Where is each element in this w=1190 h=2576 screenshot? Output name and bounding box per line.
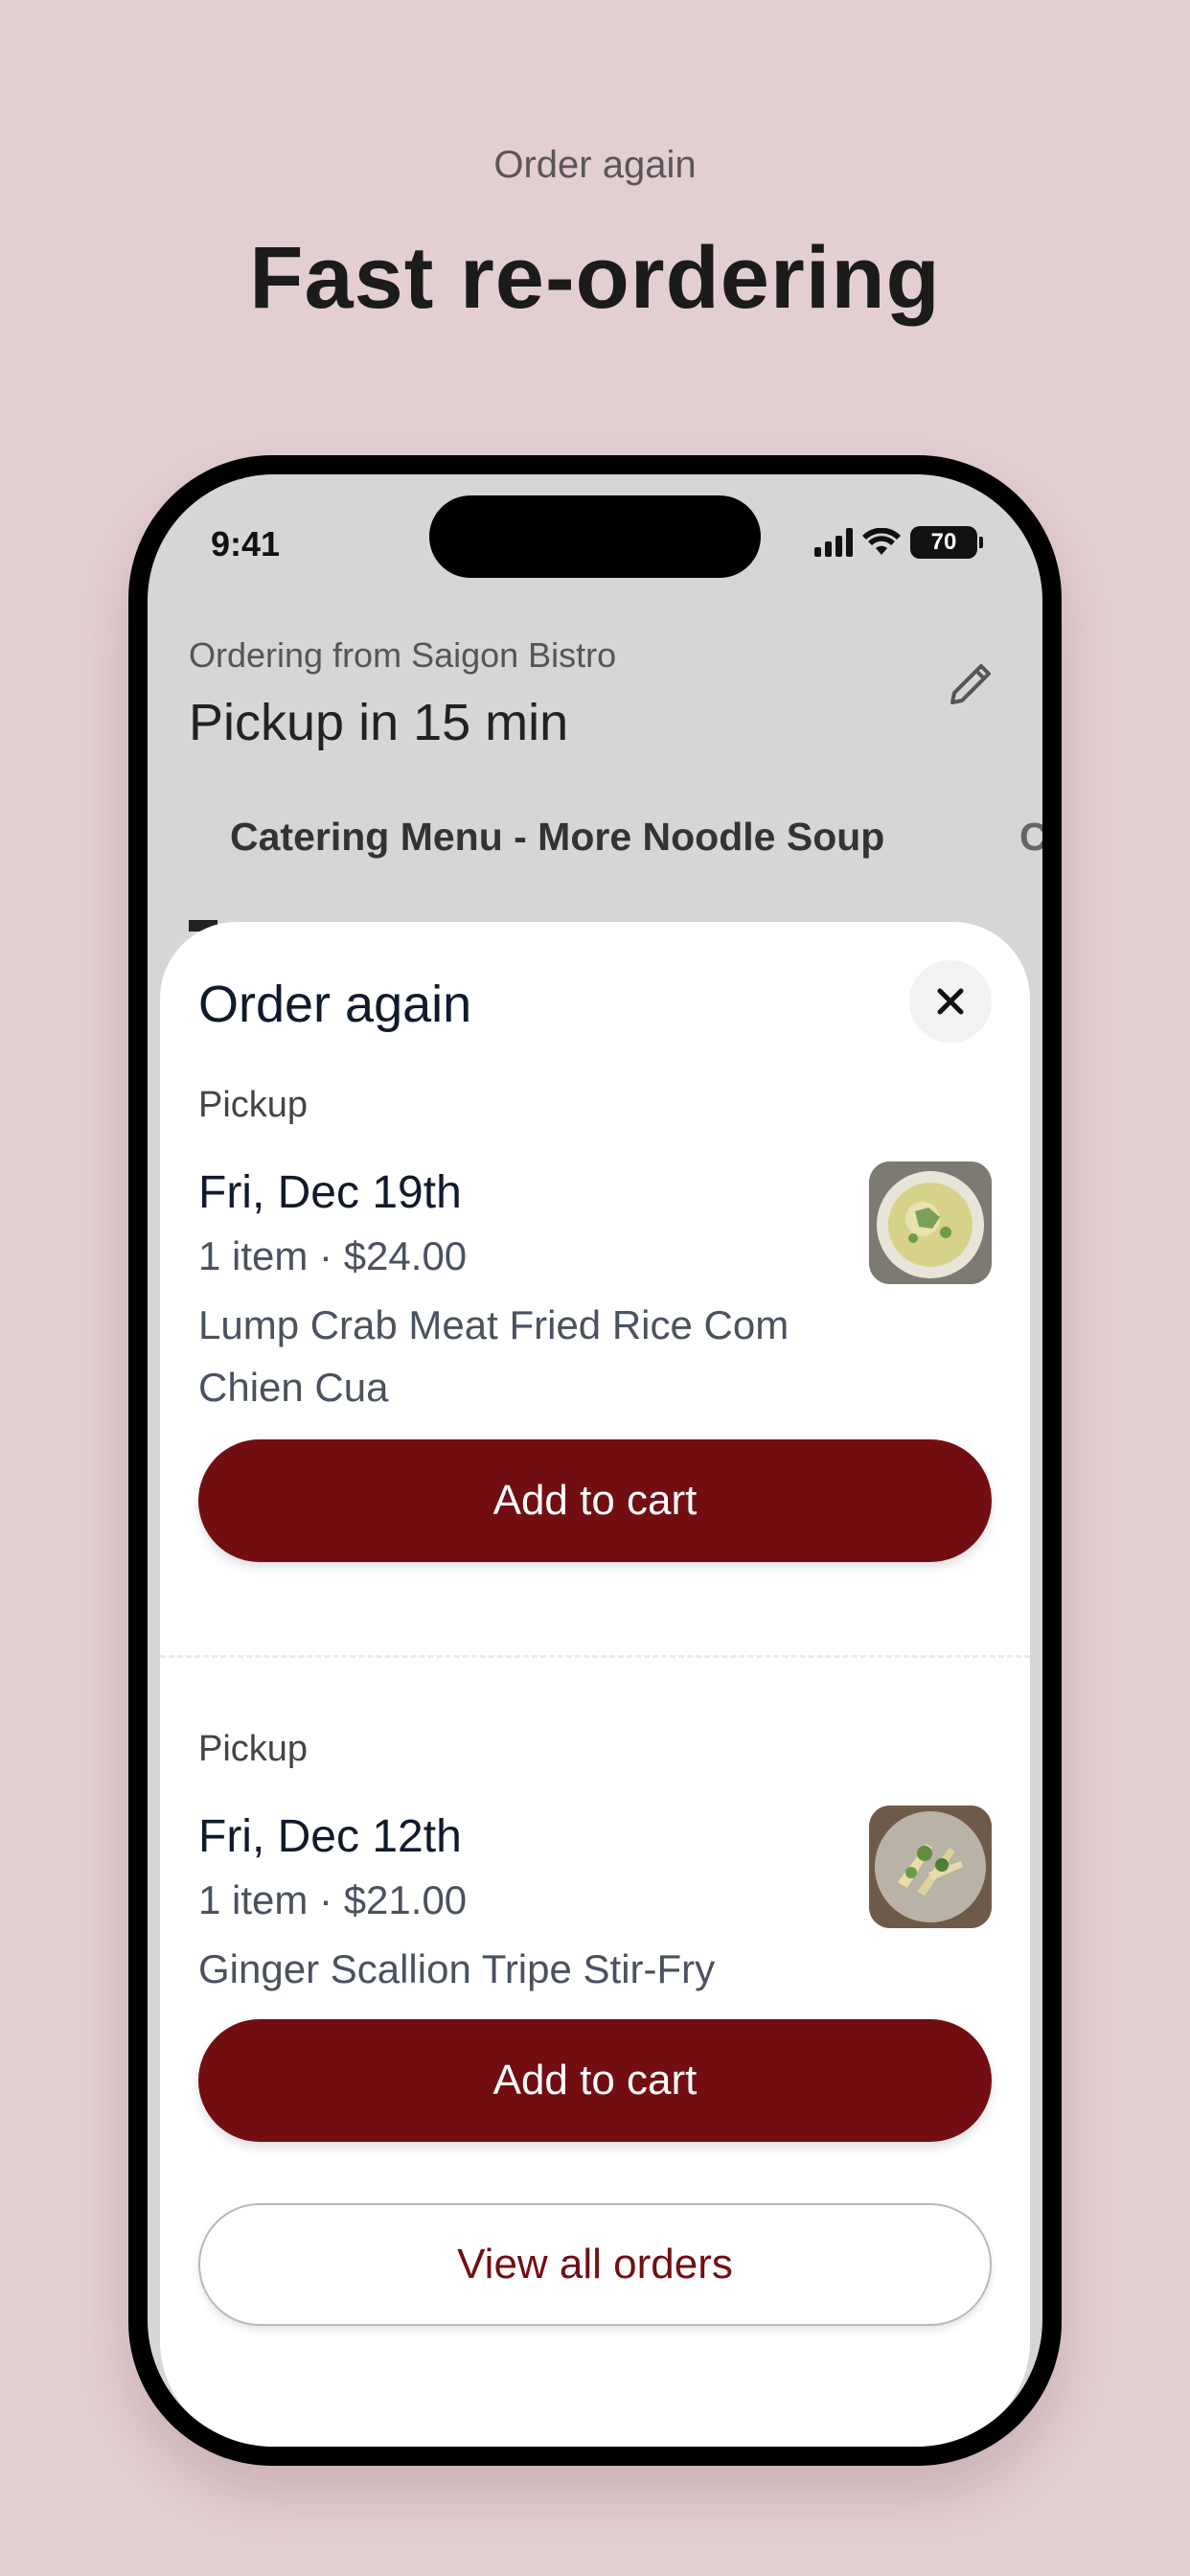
menu-tabs: Catering Menu - More Noodle Soup C [148, 815, 1042, 891]
crab-fried-rice-photo [869, 1162, 992, 1284]
wifi-icon [862, 528, 901, 555]
pickup-time-title[interactable]: Pickup in 15 min [189, 693, 568, 752]
order-divider [160, 1655, 1030, 1658]
phone-screen: 9:41 70 Ordering from Saigon Bistro Pick… [148, 474, 1042, 2447]
order-meta: 1 item · $21.00 [198, 1877, 468, 1922]
phone-frame: 9:41 70 Ordering from Saigon Bistro Pick… [128, 455, 1062, 2466]
tripe-stir-fry-photo [869, 1806, 992, 1928]
view-all-orders-button[interactable]: View all orders [198, 2203, 992, 2326]
order-meta: 1 item · $24.00 [198, 1233, 468, 1278]
battery-icon: 70 [910, 526, 983, 559]
sheet-title: Order again [198, 976, 472, 1033]
order-description: Lump Crab Meat Fried Rice Com Chien Cua [198, 1302, 790, 1410]
promo-eyebrow: Order again [493, 144, 697, 186]
order-kind: Pickup [198, 1085, 309, 1125]
dynamic-island [429, 495, 761, 578]
ordering-from-label: Ordering from Saigon Bistro [189, 635, 617, 675]
close-button[interactable] [909, 960, 992, 1043]
order-date: Fri, Dec 12th [198, 1811, 462, 1862]
status-icons: 70 [814, 526, 983, 559]
add-to-cart-button[interactable]: Add to cart [198, 2019, 992, 2142]
promo-headline: Fast re-ordering [249, 229, 941, 327]
order-again-sheet: Order again Pickup Fri, Dec 19th 1 item … [160, 922, 1030, 2447]
cellular-signal-icon [814, 528, 853, 557]
status-bar: 9:41 70 [148, 474, 1042, 580]
close-icon [937, 988, 964, 1015]
tab-catering-menu-more-noodle-soup[interactable]: Catering Menu - More Noodle Soup [230, 815, 884, 860]
pencil-icon[interactable] [941, 655, 1000, 714]
order-kind: Pickup [198, 1729, 309, 1769]
tab-next[interactable]: C [1019, 815, 1042, 860]
order-date: Fri, Dec 19th [198, 1167, 462, 1218]
battery-level: 70 [910, 526, 977, 559]
status-time: 9:41 [211, 524, 281, 564]
order-description: Ginger Scallion Tripe Stir-Fry [198, 1946, 716, 1991]
add-to-cart-button[interactable]: Add to cart [198, 1439, 992, 1562]
